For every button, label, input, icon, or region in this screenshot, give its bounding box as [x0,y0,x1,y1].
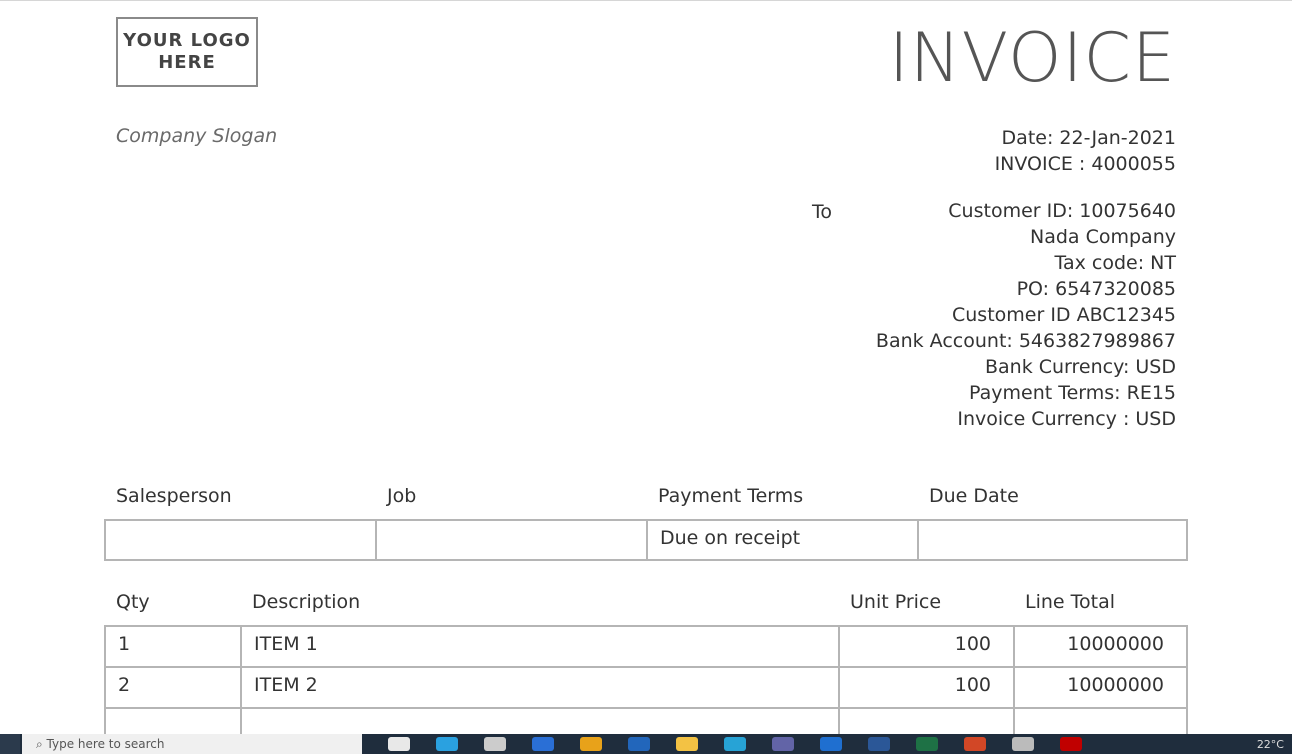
company-slogan: Company Slogan [116,125,278,147]
description-cell[interactable]: ITEM 1 [242,627,840,666]
description-cell[interactable]: ITEM 2 [242,668,840,707]
windows-taskbar: ⌕ Type here to search 22°C [0,734,1292,754]
customer-line: Tax code: NT [1054,252,1176,274]
taskbar-app-icon[interactable] [820,737,842,751]
start-button[interactable] [0,734,20,754]
taskbar-app-icon[interactable] [532,737,554,751]
due-date-cell[interactable] [919,521,1190,559]
customer-line: Payment Terms: RE15 [969,382,1176,404]
taskbar-app-icon[interactable] [628,737,650,751]
column-header-unit-price: Unit Price [850,591,942,613]
table-row: 2 ITEM 2 100 10000000 [106,668,1186,709]
invoice-number: INVOICE : 4000055 [994,153,1176,175]
table-row: 1 ITEM 1 100 10000000 [106,627,1186,668]
customer-line: Customer ID: 10075640 [948,200,1176,222]
column-header-due-date: Due Date [929,485,1019,507]
qty-cell[interactable]: 1 [106,627,242,666]
weather-tray[interactable]: 22°C [1257,738,1292,751]
column-header-line-total: Line Total [1025,591,1116,613]
items-table-header: Qty Description Unit Price Line Total [104,591,1188,621]
column-header-qty: Qty [116,591,150,613]
taskbar-app-icon[interactable] [916,737,938,751]
column-header-description: Description [252,591,361,613]
customer-line: Invoice Currency : USD [957,408,1176,430]
sales-table-header: Salesperson Job Payment Terms Due Date [104,485,1188,515]
line-total-cell[interactable]: 10000000 [1015,668,1186,707]
taskbar-app-icons [362,737,1082,751]
taskbar-app-icon[interactable] [388,737,410,751]
line-total-cell[interactable]: 10000000 [1015,627,1186,666]
customer-line: PO: 6547320085 [1016,278,1176,300]
payment-terms-cell[interactable]: Due on receipt [648,521,919,559]
job-cell[interactable] [377,521,648,559]
column-header-job: Job [387,485,417,507]
column-header-payment-terms: Payment Terms [658,485,804,507]
taskbar-app-icon[interactable] [1012,737,1034,751]
column-header-salesperson: Salesperson [116,485,232,507]
customer-line: Nada Company [1030,226,1176,248]
sales-table-row: Due on receipt [104,519,1188,561]
invoice-meta: Date: 22-Jan-2021 INVOICE : 4000055 [995,125,1176,177]
unit-price-cell[interactable]: 100 [840,668,1015,707]
taskbar-app-icon[interactable] [1060,737,1082,751]
bill-to-details: Customer ID: 10075640 Nada Company Tax c… [876,198,1176,432]
invoice-page: YOUR LOGO HERE INVOICE Company Slogan Da… [0,0,1292,750]
qty-cell[interactable]: 2 [106,668,242,707]
invoice-title: INVOICE [888,19,1176,98]
invoice-date: Date: 22-Jan-2021 [1001,127,1176,149]
customer-line: Bank Account: 5463827989867 [875,330,1176,352]
search-placeholder: Type here to search [46,737,165,751]
taskbar-search-input[interactable]: ⌕ Type here to search [22,734,362,754]
unit-price-cell[interactable]: 100 [840,627,1015,666]
search-icon: ⌕ [36,736,47,751]
customer-line: Customer ID ABC12345 [951,304,1176,326]
company-logo: YOUR LOGO HERE [116,17,258,87]
taskbar-app-icon[interactable] [772,737,794,751]
salesperson-cell[interactable] [106,521,377,559]
taskbar-app-icon[interactable] [724,737,746,751]
customer-line: Bank Currency: USD [984,356,1176,378]
taskbar-app-icon[interactable] [868,737,890,751]
taskbar-app-icon[interactable] [964,737,986,751]
items-table: 1 ITEM 1 100 10000000 2 ITEM 2 100 10000… [104,625,1188,750]
taskbar-app-icon[interactable] [676,737,698,751]
taskbar-app-icon[interactable] [484,737,506,751]
taskbar-app-icon[interactable] [580,737,602,751]
bill-to-label: To [812,201,833,223]
taskbar-app-icon[interactable] [436,737,458,751]
